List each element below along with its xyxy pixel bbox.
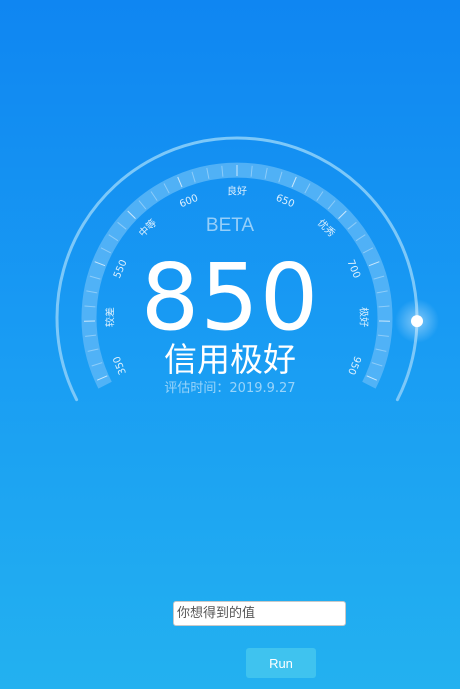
evaluation-date: 评估时间：2019.9.27 xyxy=(164,381,296,396)
desired-value-input[interactable] xyxy=(173,601,346,626)
beta-label: BETA xyxy=(205,215,255,236)
credit-score: 850 xyxy=(140,244,320,351)
gauge-tick-label: 650 xyxy=(274,193,296,210)
credit-level: 信用极好 xyxy=(164,340,296,379)
gauge-tick-label: 良好 xyxy=(227,185,247,198)
gauge-tick-label: 600 xyxy=(178,193,200,210)
run-button[interactable]: Run xyxy=(246,648,316,678)
